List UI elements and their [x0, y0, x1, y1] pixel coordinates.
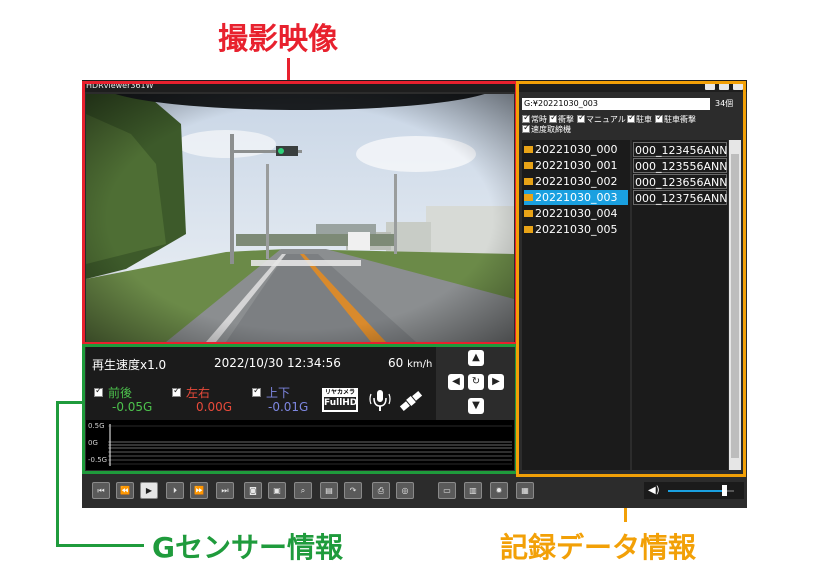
callout-video-connector	[287, 58, 290, 82]
folder-icon[interactable]: ▭	[438, 482, 456, 499]
step-forward-icon[interactable]: ⏵	[166, 482, 184, 499]
callout-gsensor-frame	[82, 344, 518, 474]
playback-toolbar: ⏮ ⏪ ▶ ⏵ ⏩ ⏭ ◙ ▣ ⌕ ▤ ↷ ⎙ ◎ ▭ ▥ ✹ ▦ ◀)	[82, 476, 747, 504]
step-back-icon[interactable]: ⏪	[116, 482, 134, 499]
rotate-180-icon[interactable]: ↷	[344, 482, 362, 499]
video-capture-icon[interactable]: ▣	[268, 482, 286, 499]
zoom-icon[interactable]: ⌕	[294, 482, 312, 499]
volume-control: ◀)	[644, 482, 744, 499]
camera-icon[interactable]: ◙	[244, 482, 262, 499]
callout-gsensor-title: Gセンサー情報	[152, 531, 343, 564]
volume-icon[interactable]: ◀)	[648, 484, 662, 497]
skip-start-icon[interactable]: ⏮	[92, 482, 110, 499]
callout-gsensor-connector-h2	[56, 544, 144, 547]
globe-icon[interactable]: ◎	[396, 482, 414, 499]
callout-record-title: 記録データ情報	[500, 531, 697, 564]
save-icon[interactable]: ▦	[516, 482, 534, 499]
volume-fill	[668, 490, 724, 492]
callout-gsensor-connector-h1	[56, 401, 84, 404]
skip-end-icon[interactable]: ⏭	[216, 482, 234, 499]
volume-slider-thumb[interactable]	[722, 485, 727, 496]
callout-video-frame	[82, 81, 518, 345]
callout-video-title: 撮影映像	[218, 22, 338, 57]
gear-icon[interactable]: ✹	[490, 482, 508, 499]
callout-record-frame	[516, 81, 746, 477]
callout-gsensor-connector	[56, 401, 59, 547]
play-icon[interactable]: ▶	[140, 482, 158, 499]
image-icon[interactable]: ▤	[320, 482, 338, 499]
print-icon[interactable]: ⎙	[372, 482, 390, 499]
fast-forward-icon[interactable]: ⏩	[190, 482, 208, 499]
trash-icon[interactable]: ▥	[464, 482, 482, 499]
